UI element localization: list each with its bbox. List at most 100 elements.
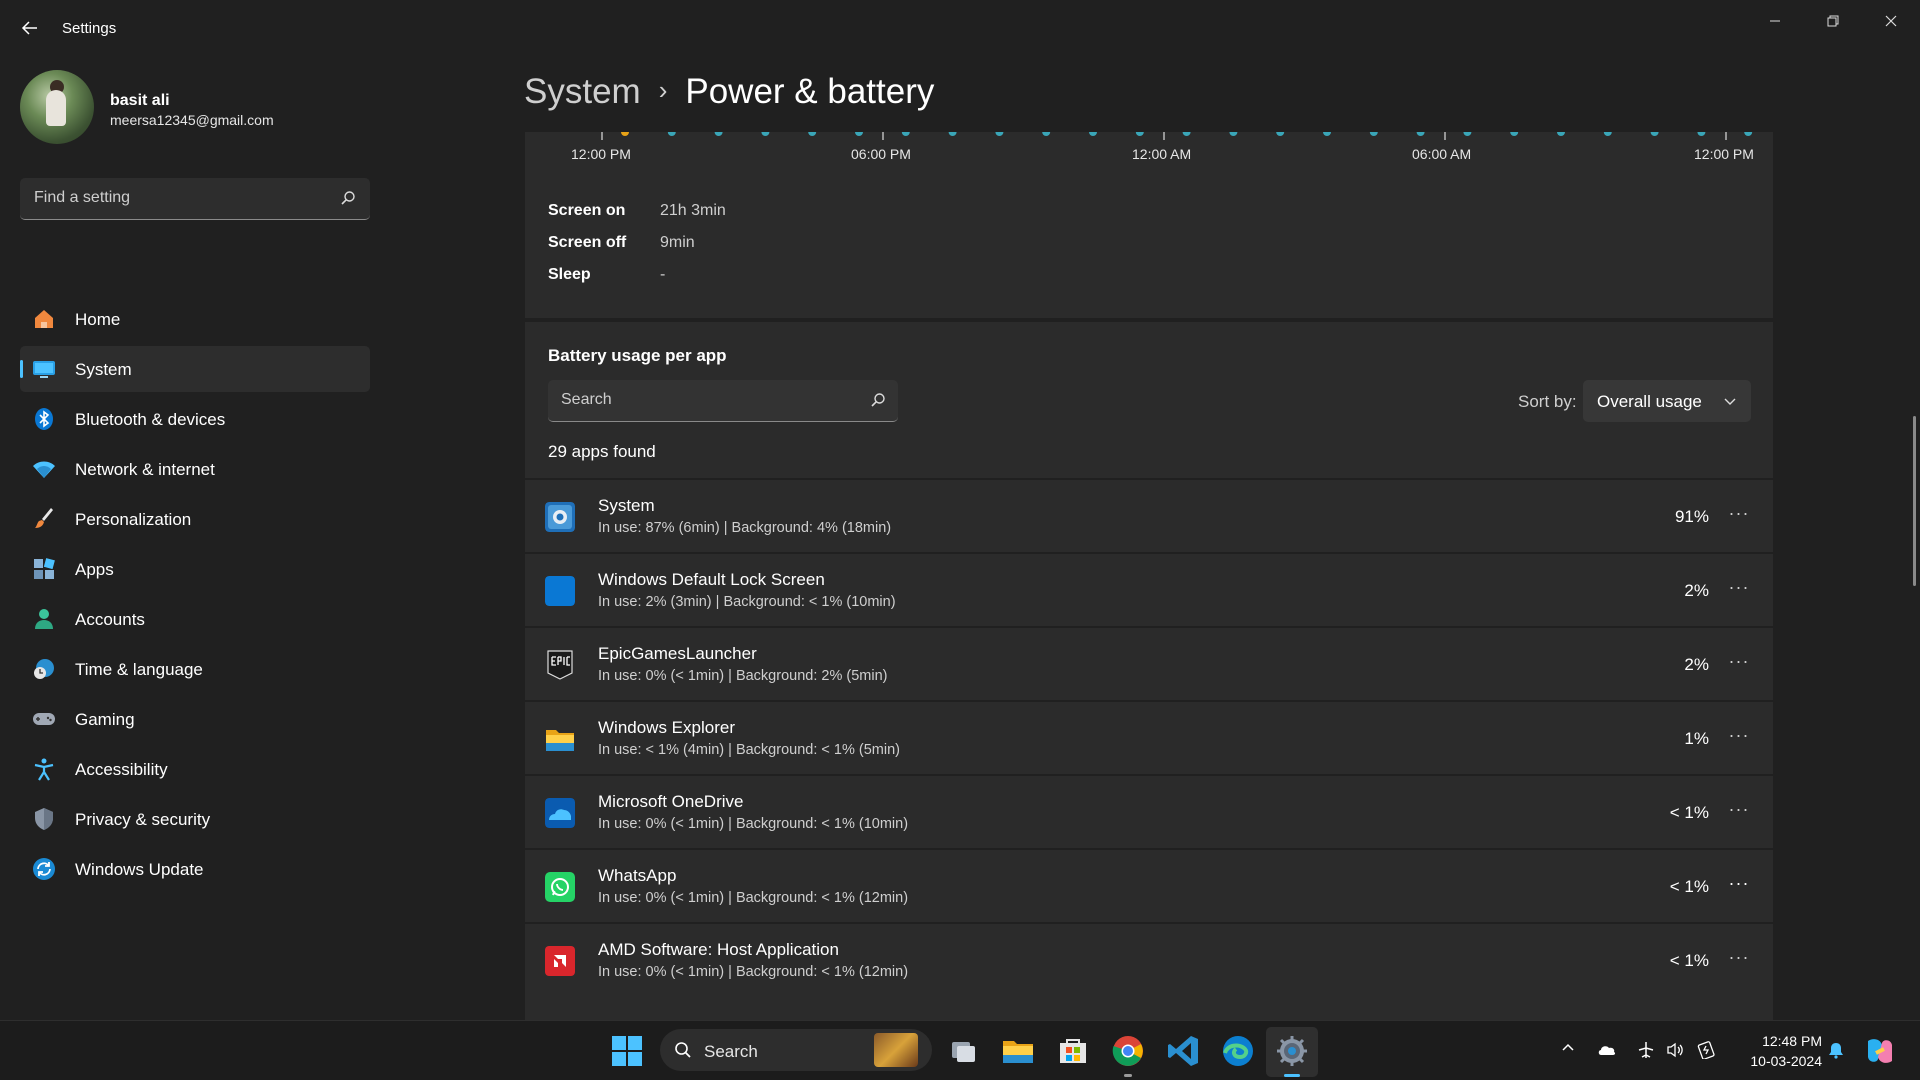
back-arrow-icon[interactable] xyxy=(18,18,42,42)
more-options-icon[interactable]: ··· xyxy=(1725,502,1753,530)
sidebar-item-label: Network & internet xyxy=(75,460,215,479)
sidebar-item-windows-update[interactable]: Windows Update xyxy=(20,846,370,892)
timeline-label: 12:00 AM xyxy=(1132,146,1192,162)
vscode-icon[interactable] xyxy=(1165,1033,1201,1069)
timeline-marker xyxy=(1744,132,1753,136)
sidebar-item-accounts[interactable]: Accounts xyxy=(20,596,370,642)
sidebar-item-bluetooth[interactable]: Bluetooth & devices xyxy=(20,396,370,442)
battery-usage-per-app-card: Battery usage per app Sort by: Overall u… xyxy=(525,322,1773,1020)
list-item[interactable]: AMD Software: Host Application In use: 0… xyxy=(525,922,1773,996)
task-view-icon[interactable] xyxy=(946,1033,982,1069)
app-name: Windows Explorer xyxy=(598,718,735,737)
app-usage-detail: In use: < 1% (4min) | Background: < 1% (… xyxy=(598,742,900,758)
app-name: EpicGamesLauncher xyxy=(598,644,757,663)
onedrive-icon xyxy=(545,798,575,828)
sidebar-item-home[interactable]: Home xyxy=(20,296,370,342)
sort-dropdown[interactable]: Overall usage xyxy=(1583,380,1751,422)
timeline-label: 12:00 PM xyxy=(571,146,631,162)
app-usage-detail: In use: 2% (3min) | Background: < 1% (10… xyxy=(598,594,896,610)
edge-icon[interactable] xyxy=(1220,1033,1256,1069)
timeline-marker xyxy=(1650,132,1659,136)
restore-icon[interactable] xyxy=(1810,6,1856,36)
sidebar-item-apps[interactable]: Apps xyxy=(20,546,370,592)
find-setting-search[interactable] xyxy=(20,178,370,220)
sidebar-item-label: Personalization xyxy=(75,510,192,529)
more-options-icon[interactable]: ··· xyxy=(1725,650,1753,678)
timeline-marker xyxy=(1416,132,1425,136)
more-options-icon[interactable]: ··· xyxy=(1725,724,1753,752)
timeline-marker xyxy=(1229,132,1238,136)
timeline-marker xyxy=(1603,132,1612,136)
screen-off-value: 9min xyxy=(660,234,695,251)
sidebar-item-label: Home xyxy=(75,310,121,329)
timeline-label: 06:00 PM xyxy=(851,146,911,162)
timeline-marker xyxy=(948,132,957,136)
sidebar-item-network[interactable]: Network & internet xyxy=(20,446,370,492)
chevron-up-icon[interactable] xyxy=(1558,1041,1578,1061)
sidebar-item-privacy-security[interactable]: Privacy & security xyxy=(20,796,370,842)
bluetooth-icon xyxy=(35,408,53,430)
timeline-marker xyxy=(855,132,863,136)
page-title: Power & battery xyxy=(685,72,935,111)
microsoft-store-icon[interactable] xyxy=(1055,1033,1091,1069)
timeline-marker xyxy=(621,132,629,136)
list-item[interactable]: Windows Default Lock Screen In use: 2% (… xyxy=(525,552,1773,626)
sidebar-item-personalization[interactable]: Personalization xyxy=(20,496,370,542)
sidebar-item-accessibility[interactable]: Accessibility xyxy=(20,746,370,792)
list-item[interactable]: EpicGamesLauncher In use: 0% (< 1min) | … xyxy=(525,626,1773,700)
file-explorer-icon[interactable] xyxy=(1000,1033,1036,1069)
avatar xyxy=(20,70,94,144)
globe-clock-icon xyxy=(34,659,54,679)
sort-value: Overall usage xyxy=(1597,392,1702,411)
more-options-icon[interactable]: ··· xyxy=(1725,872,1753,900)
minimize-icon[interactable] xyxy=(1752,6,1798,36)
search-highlight-icon xyxy=(874,1033,918,1067)
app-search-input[interactable] xyxy=(548,380,848,420)
close-icon[interactable] xyxy=(1868,6,1914,36)
timeline-marker xyxy=(1510,132,1519,136)
clock-time[interactable]: 12:48 PM xyxy=(1740,1033,1822,1049)
taskbar: Search 12:48 PM 10-03-2024 xyxy=(0,1020,1920,1080)
airplane-mode-icon[interactable] xyxy=(1636,1041,1656,1061)
taskbar-search[interactable]: Search xyxy=(660,1029,932,1071)
app-name: System xyxy=(598,496,655,515)
sidebar-item-label: Privacy & security xyxy=(75,810,211,829)
battery-icon[interactable] xyxy=(1696,1041,1716,1061)
search-icon xyxy=(675,1042,691,1058)
more-options-icon[interactable]: ··· xyxy=(1725,946,1753,974)
app-usage-percent: 2% xyxy=(1684,655,1709,674)
timeline-marker xyxy=(761,132,770,136)
more-options-icon[interactable]: ··· xyxy=(1725,576,1753,604)
sidebar-item-label: System xyxy=(75,360,132,379)
sidebar-item-time-language[interactable]: Time & language xyxy=(20,646,370,692)
list-item[interactable]: Windows Explorer In use: < 1% (4min) | B… xyxy=(525,700,1773,774)
copilot-icon[interactable] xyxy=(1862,1033,1898,1069)
shield-icon xyxy=(35,808,53,830)
list-item[interactable]: System In use: 87% (6min) | Background: … xyxy=(525,478,1773,552)
timeline-marker xyxy=(995,132,1004,136)
user-profile[interactable]: basit ali meersa12345@gmail.com xyxy=(20,70,360,146)
settings-gear-icon[interactable] xyxy=(1274,1033,1310,1069)
sleep-value: - xyxy=(660,266,666,283)
sidebar-item-label: Windows Update xyxy=(75,860,204,879)
profile-name: basit ali xyxy=(110,92,170,109)
breadcrumb-parent[interactable]: System xyxy=(524,72,641,111)
sidebar-item-system[interactable]: System xyxy=(20,346,370,392)
list-item[interactable]: WhatsApp In use: 0% (< 1min) | Backgroun… xyxy=(525,848,1773,922)
app-usage-detail: In use: 0% (< 1min) | Background: < 1% (… xyxy=(598,890,909,906)
sidebar-item-gaming[interactable]: Gaming xyxy=(20,696,370,742)
notification-bell-icon[interactable] xyxy=(1826,1041,1846,1061)
system-gear-icon xyxy=(545,502,575,532)
scrollbar[interactable] xyxy=(1913,416,1916,586)
search-icon xyxy=(871,393,885,407)
clock-date[interactable]: 10-03-2024 xyxy=(1736,1053,1822,1069)
cloud-icon[interactable] xyxy=(1597,1041,1617,1061)
timeline-marker xyxy=(1182,132,1191,136)
windows-start-icon[interactable] xyxy=(609,1033,645,1069)
list-item[interactable]: Microsoft OneDrive In use: 0% (< 1min) |… xyxy=(525,774,1773,848)
volume-icon[interactable] xyxy=(1665,1041,1685,1061)
more-options-icon[interactable]: ··· xyxy=(1725,798,1753,826)
find-setting-input[interactable] xyxy=(20,178,320,218)
chrome-icon[interactable] xyxy=(1110,1033,1146,1069)
app-search-box[interactable] xyxy=(548,380,898,422)
